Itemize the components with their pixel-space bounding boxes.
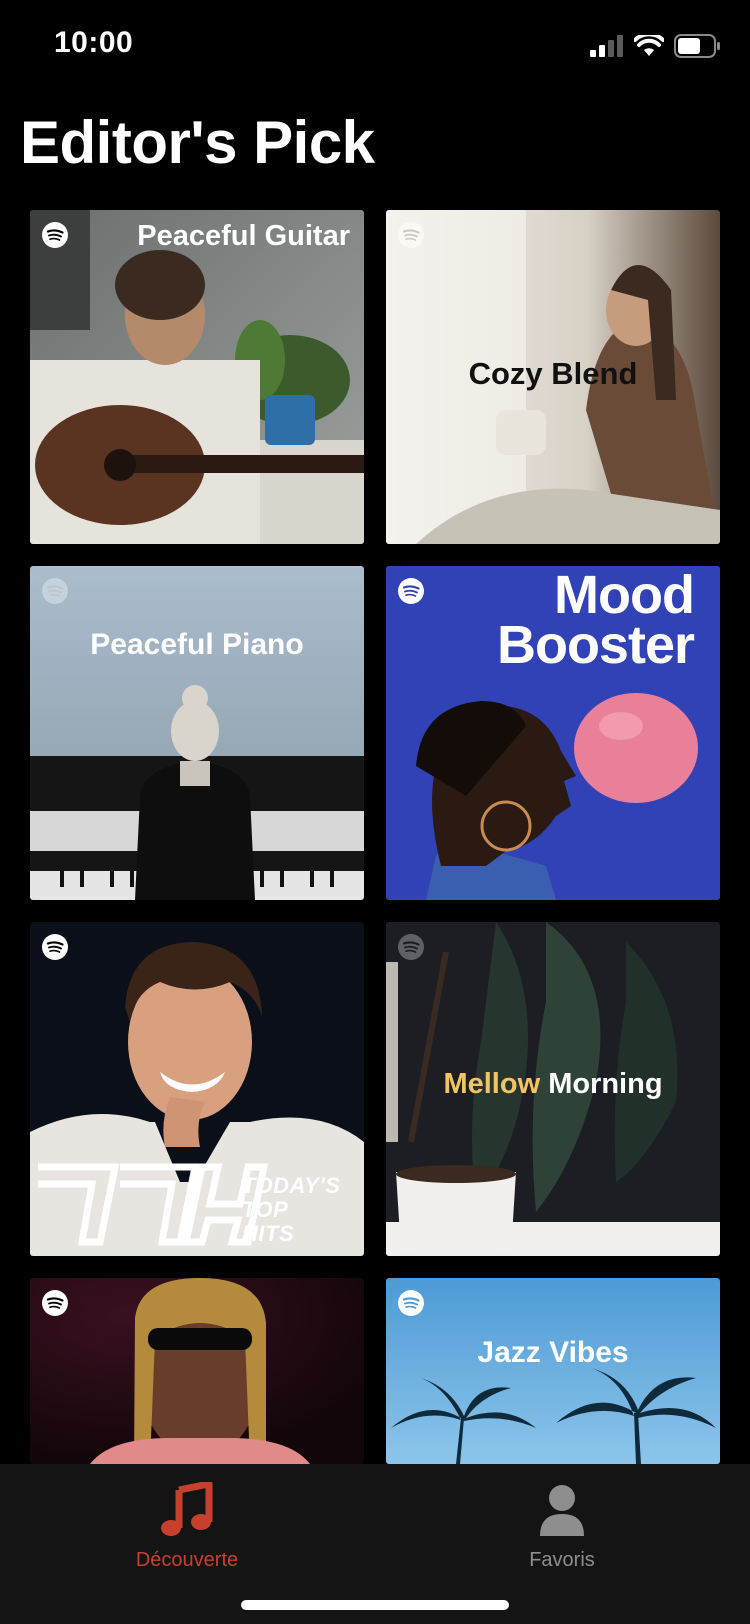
- playlist-title-line-1: TODAY'S: [242, 1173, 341, 1198]
- playlist-title: Mellow Morning: [386, 1068, 720, 1101]
- spotify-logo-icon: [42, 222, 68, 248]
- wifi-icon: [634, 35, 664, 56]
- spotify-logo-icon: [398, 934, 424, 960]
- spotify-logo-icon: [42, 934, 68, 960]
- playlist-title: Cozy Blend: [468, 356, 638, 391]
- playlist-cover-image: [30, 1278, 364, 1464]
- playlist-title: Peaceful Piano: [90, 628, 304, 661]
- playlist-title-line-3: HITS: [242, 1221, 295, 1246]
- playlist-card-cozy-blend[interactable]: Cozy Blend: [386, 210, 720, 544]
- playlist-card-todays-top-hits[interactable]: TODAY'S TOP HITS: [30, 922, 364, 1256]
- status-bar: 10:00: [0, 0, 750, 90]
- playlist-card-peaceful-guitar[interactable]: Peaceful Guitar: [30, 210, 364, 544]
- jazz-vibes-cover-image: [386, 1278, 720, 1464]
- spotify-logo-icon: [42, 1290, 68, 1316]
- playlist-title-line-1: Mood: [554, 566, 695, 625]
- person-icon: [540, 1485, 584, 1536]
- playlist-title: Jazz Vibes: [477, 1336, 629, 1369]
- peaceful-guitar-cover-image: [30, 210, 364, 544]
- page-title: Editor's Pick: [20, 109, 375, 176]
- playlist-card-untitled[interactable]: [30, 1278, 364, 1464]
- tab-label: Favoris: [529, 1549, 595, 1571]
- tab-label: Découverte: [135, 1549, 239, 1571]
- playlist-title-part-2: Morning: [548, 1068, 663, 1100]
- music-note-icon: [161, 1480, 213, 1536]
- spotify-logo-icon: [398, 578, 424, 604]
- tab-favoris[interactable]: Favoris: [462, 1482, 662, 1572]
- battery-icon: [674, 34, 720, 58]
- playlist-title: TODAY'S TOP HITS: [242, 1174, 340, 1246]
- spotify-logo-icon: [398, 222, 424, 248]
- peaceful-piano-cover-image: [30, 566, 364, 900]
- status-icons: [590, 34, 720, 58]
- playlist-card-peaceful-piano[interactable]: Peaceful Piano: [30, 566, 364, 900]
- spotify-logo-icon: [42, 578, 68, 604]
- playlist-title-line-2: Booster: [496, 615, 695, 675]
- home-indicator: [241, 1600, 509, 1610]
- playlist-title: Mood Booster: [496, 566, 695, 675]
- playlist-card-mellow-morning[interactable]: Mellow Morning: [386, 922, 720, 1256]
- playlist-title: Peaceful Guitar: [137, 220, 350, 252]
- playlist-title-part-1: Mellow: [443, 1068, 541, 1100]
- playlist-title-line-2: TOP: [242, 1197, 289, 1222]
- playlist-card-jazz-vibes[interactable]: Jazz Vibes: [386, 1278, 720, 1464]
- tab-decouverte[interactable]: Découverte: [87, 1480, 287, 1572]
- spotify-logo-icon: [398, 1290, 424, 1316]
- playlist-card-mood-booster[interactable]: Mood Booster: [386, 566, 720, 900]
- cellular-signal-icon: [590, 35, 623, 57]
- status-time: 10:00: [54, 26, 134, 59]
